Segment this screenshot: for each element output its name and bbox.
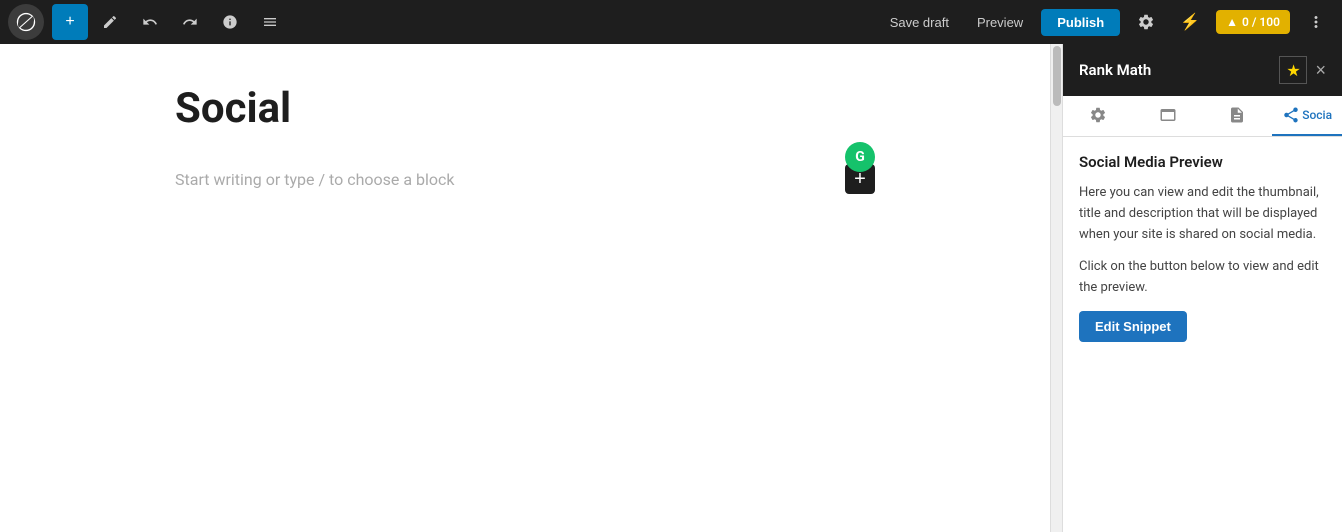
edit-snippet-button[interactable]: Edit Snippet [1079, 311, 1187, 342]
editor-area: Social G Start writing or type / to choo… [0, 44, 1050, 532]
preview-button[interactable]: Preview [967, 9, 1033, 36]
publish-button[interactable]: Publish [1041, 9, 1120, 36]
wordpress-logo[interactable] [8, 4, 44, 40]
scrollbar-thumb[interactable] [1053, 46, 1061, 106]
score-arrow: ▲ [1226, 15, 1238, 29]
social-preview-desc-1: Here you can view and edit the thumbnail… [1079, 183, 1326, 245]
rank-math-panel: Rank Math ★ × Socia [1062, 44, 1342, 532]
tab-settings[interactable] [1063, 96, 1133, 136]
rank-math-icon-button[interactable]: ⚡ [1172, 4, 1208, 40]
edit-button[interactable] [92, 4, 128, 40]
tab-social[interactable]: Socia [1272, 96, 1342, 136]
panel-body: Social Media Preview Here you can view a… [1063, 137, 1342, 532]
main-area: Social G Start writing or type / to choo… [0, 44, 1342, 532]
seo-score-badge[interactable]: ▲ 0 / 100 [1216, 10, 1290, 34]
close-panel-button[interactable]: × [1315, 60, 1326, 81]
panel-tabs: Socia [1063, 96, 1342, 137]
social-tab-label: Socia [1302, 108, 1332, 122]
main-toolbar: + Save draft Preview Publish ⚡ ▲ 0 / 100 [0, 0, 1342, 44]
tab-schema[interactable] [1203, 96, 1273, 136]
grammarly-button[interactable]: G [845, 142, 875, 172]
add-block-button[interactable]: + [52, 4, 88, 40]
toolbar-right-actions: Save draft Preview Publish ⚡ ▲ 0 / 100 [880, 4, 1334, 40]
tab-snippet[interactable] [1133, 96, 1203, 136]
panel-title: Rank Math [1079, 61, 1151, 79]
editor-content: Social G Start writing or type / to choo… [135, 84, 915, 194]
save-draft-button[interactable]: Save draft [880, 9, 959, 36]
undo-button[interactable] [132, 4, 168, 40]
panel-header-actions: ★ × [1279, 56, 1326, 84]
placeholder-text: Start writing or type / to choose a bloc… [175, 170, 455, 189]
editor-scrollbar[interactable] [1050, 44, 1062, 532]
block-placeholder-area: Start writing or type / to choose a bloc… [175, 164, 875, 194]
social-preview-section-title: Social Media Preview [1079, 153, 1326, 171]
score-value: 0 / 100 [1242, 15, 1280, 29]
more-options-button[interactable] [1298, 4, 1334, 40]
redo-button[interactable] [172, 4, 208, 40]
panel-header: Rank Math ★ × [1063, 44, 1342, 96]
social-preview-desc-2: Click on the button below to view and ed… [1079, 257, 1326, 299]
post-title[interactable]: Social [175, 84, 875, 134]
star-button[interactable]: ★ [1279, 56, 1307, 84]
list-view-button[interactable] [252, 4, 288, 40]
info-button[interactable] [212, 4, 248, 40]
settings-icon-button[interactable] [1128, 4, 1164, 40]
